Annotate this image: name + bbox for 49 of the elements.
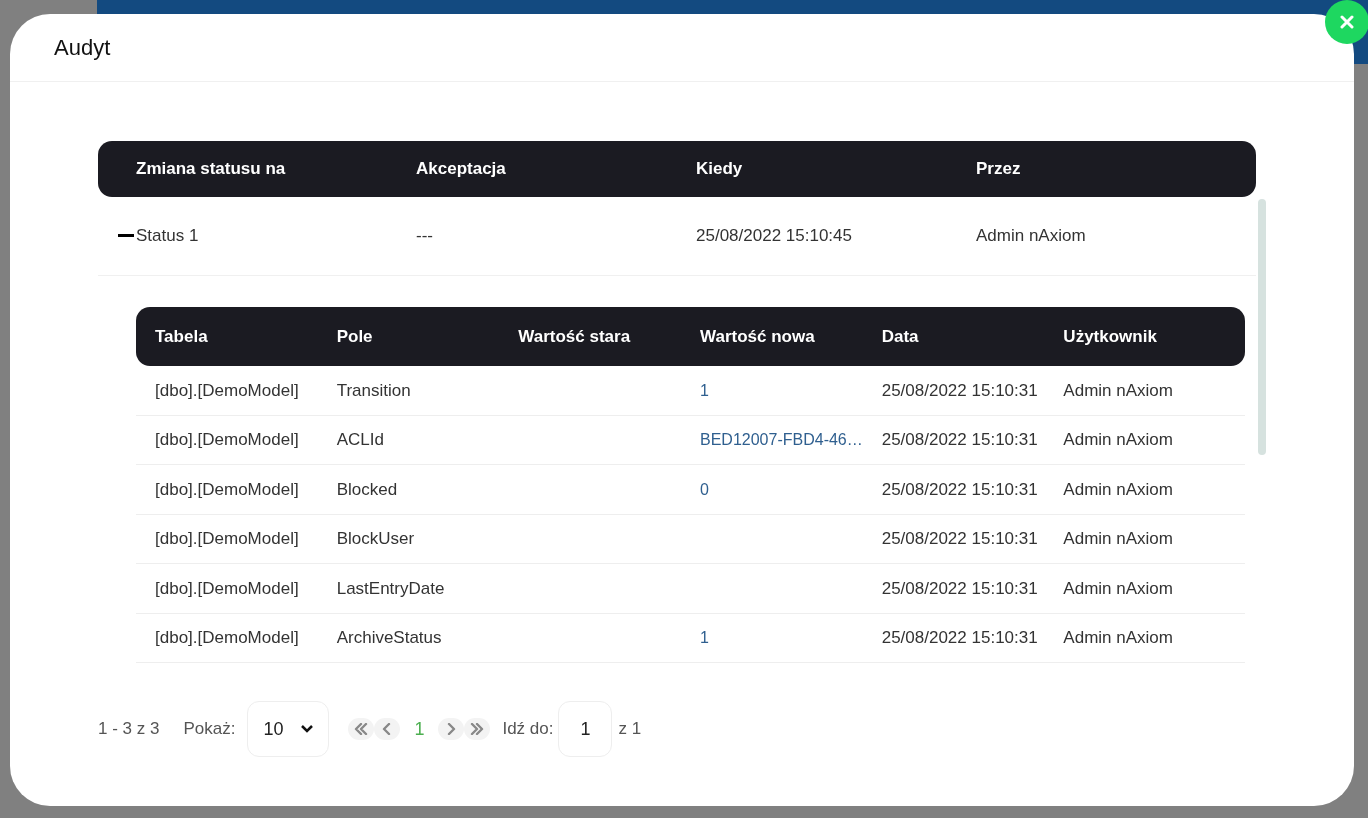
column-header: Wartość stara	[518, 325, 632, 348]
table-cell: Transition	[336, 380, 411, 400]
table-cell: 25/08/2022 15:10:31	[881, 578, 1038, 598]
table-cell: [dbo].[DemoModel]	[155, 578, 299, 598]
table-cell: [dbo].[DemoModel]	[155, 628, 299, 647]
table-cell: [dbo].[DemoModel]	[155, 380, 299, 400]
table-cell: BlockUser	[336, 529, 415, 548]
table-cell: 1	[700, 381, 709, 399]
table-cell: Admin nAxiom	[1063, 578, 1173, 598]
column-header: Wartość nowa	[700, 325, 816, 348]
table-cell: Admin nAxiom	[1063, 479, 1173, 499]
column-header: Data	[881, 325, 920, 348]
table-cell-text: Status 1	[136, 225, 200, 248]
table-cell: Admin nAxiom	[1063, 529, 1173, 548]
table-cell: ArchiveStatus	[336, 628, 442, 647]
table-cell: 0	[700, 480, 709, 498]
column-header: Zmiana statusu na	[136, 158, 287, 181]
column-header: Tabela	[155, 325, 209, 348]
table-cell: BED12007-FBD4-46…	[700, 431, 863, 448]
goto-page-field[interactable]: 1	[558, 701, 613, 757]
column-header: Użytkownik	[1063, 325, 1158, 348]
table-cell: [dbo].[DemoModel]	[155, 479, 299, 499]
page-total: z 1	[618, 718, 642, 741]
table-cell: 25/08/2022 15:10:31	[881, 479, 1038, 499]
column-header: Przez	[976, 158, 1022, 181]
column-header: Akceptacja	[416, 158, 507, 181]
page-size-select[interactable]: 10	[247, 701, 330, 757]
table-cell: Admin nAxiom	[1063, 380, 1173, 400]
table-cell: 25/08/2022 15:10:31	[881, 380, 1038, 400]
table-cell-text: Admin nAxiom	[976, 225, 1087, 248]
table-cell: Blocked	[336, 479, 398, 499]
table-cell-text: ---	[416, 225, 434, 248]
table-cell: 25/08/2022 15:10:31	[881, 529, 1038, 548]
table-cell: [dbo].[DemoModel]	[155, 529, 299, 548]
dialog-title: Audyt	[54, 34, 111, 62]
table-cell: ACLId	[336, 430, 384, 449]
table-cell: LastEntryDate	[336, 578, 445, 598]
table-cell: 25/08/2022 15:10:31	[881, 628, 1038, 647]
table-cell: Admin nAxiom	[1063, 628, 1173, 647]
table-cell: 25/08/2022 15:10:31	[881, 430, 1038, 449]
table-cell: Admin nAxiom	[1063, 430, 1173, 449]
table-cell: 1	[700, 629, 709, 646]
table-cell-text: 25/08/2022 15:10:45	[696, 225, 853, 248]
column-header: Pole	[336, 325, 374, 348]
column-header: Kiedy	[696, 158, 744, 181]
result-range: 1 - 3 z 3	[98, 718, 160, 741]
page-size-label: Pokaż:	[183, 718, 236, 741]
goto-label: Idź do:	[502, 718, 554, 741]
table-cell: [dbo].[DemoModel]	[155, 430, 299, 449]
